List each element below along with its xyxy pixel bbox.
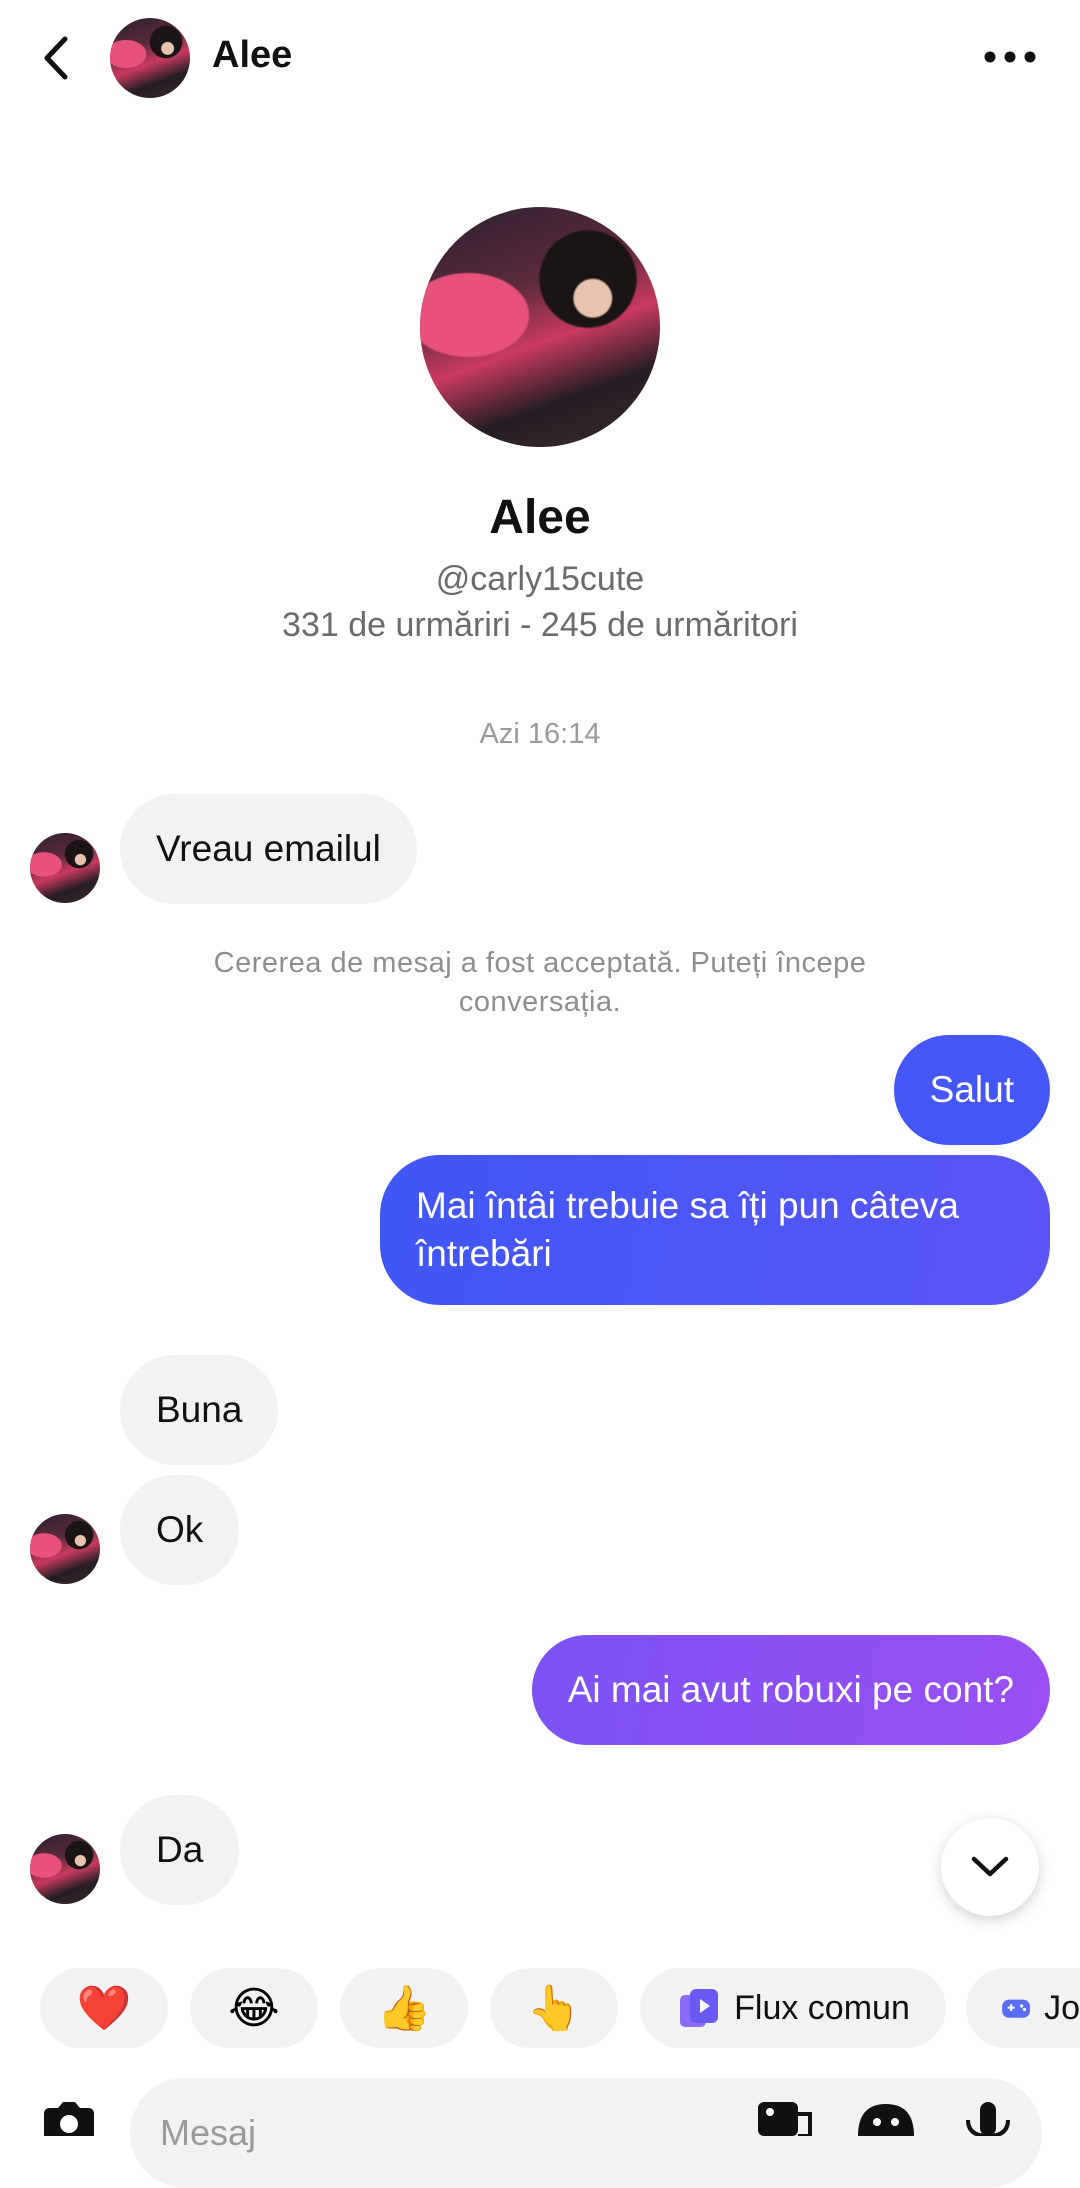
header-contact-name[interactable]: Alee (212, 34, 292, 77)
profile-name: Alee (489, 491, 591, 544)
scroll-to-bottom-button[interactable] (941, 1818, 1039, 1916)
camera-button[interactable] (34, 2100, 104, 2160)
chat-header: Alee (0, 0, 1080, 116)
incoming-message[interactable]: Ok (120, 1475, 240, 1585)
more-horizontal-icon (984, 51, 1036, 63)
profile-stats: 331 de urmăriri - 245 de urmăritori (282, 606, 798, 644)
gamepad-icon (1002, 1999, 1030, 2018)
outgoing-message[interactable]: Salut (893, 1035, 1050, 1145)
heart-emoji: ❤️ (76, 1984, 132, 2033)
incoming-message[interactable]: Da (120, 1795, 240, 1905)
games-chip[interactable]: Jo (966, 1968, 1080, 2048)
sender-avatar[interactable] (30, 833, 100, 903)
microphone-icon (966, 2102, 1010, 2139)
gallery-button[interactable] (754, 2100, 814, 2160)
more-options-button[interactable] (980, 32, 1040, 82)
chevron-left-icon (44, 36, 68, 80)
outgoing-message[interactable]: Ai mai avut robuxi pe cont? (531, 1635, 1050, 1745)
incoming-message[interactable]: Buna (120, 1355, 279, 1465)
image-icon (758, 2102, 812, 2138)
quick-reaction-laughing[interactable]: 😂 (190, 1968, 318, 2048)
incoming-message[interactable]: Vreau emailul (120, 794, 417, 904)
thumbs-up-emoji: 👍 (376, 1984, 432, 2033)
profile-handle: @carly15cute (435, 560, 645, 598)
sender-avatar[interactable] (30, 1834, 100, 1904)
quick-reaction-thumbs-up[interactable]: 👍 (340, 1968, 468, 2048)
chat-timestamp: Azi 16:14 (479, 718, 601, 750)
outgoing-message[interactable]: Mai întâi trebuie sa îți pun câteva într… (380, 1155, 1050, 1305)
games-label: Jo (1044, 1988, 1080, 2027)
laughing-emoji: 😂 (228, 1983, 280, 2033)
camera-icon (44, 2102, 94, 2136)
pointing-up-emoji: 👆 (526, 1984, 582, 2033)
request-accepted-notice: Cererea de mesaj a fost acceptată. Puteț… (213, 947, 867, 1018)
back-button[interactable] (28, 22, 84, 94)
quick-reaction-pointing-up[interactable]: 👆 (490, 1968, 618, 2048)
sticker-button[interactable] (856, 2100, 916, 2160)
header-avatar[interactable] (110, 18, 190, 98)
quick-reaction-heart[interactable]: ❤️ (40, 1968, 168, 2048)
shared-feed-label: Flux comun (734, 1988, 910, 2027)
sender-avatar[interactable] (30, 1514, 100, 1584)
voice-message-button[interactable] (958, 2100, 1018, 2160)
profile-avatar[interactable] (420, 207, 660, 447)
shared-feed-chip[interactable]: Flux comun (640, 1968, 946, 2048)
chevron-down-icon (971, 1856, 1009, 1877)
shared-feed-icon (680, 1989, 719, 2027)
sticker-icon (858, 2104, 914, 2136)
